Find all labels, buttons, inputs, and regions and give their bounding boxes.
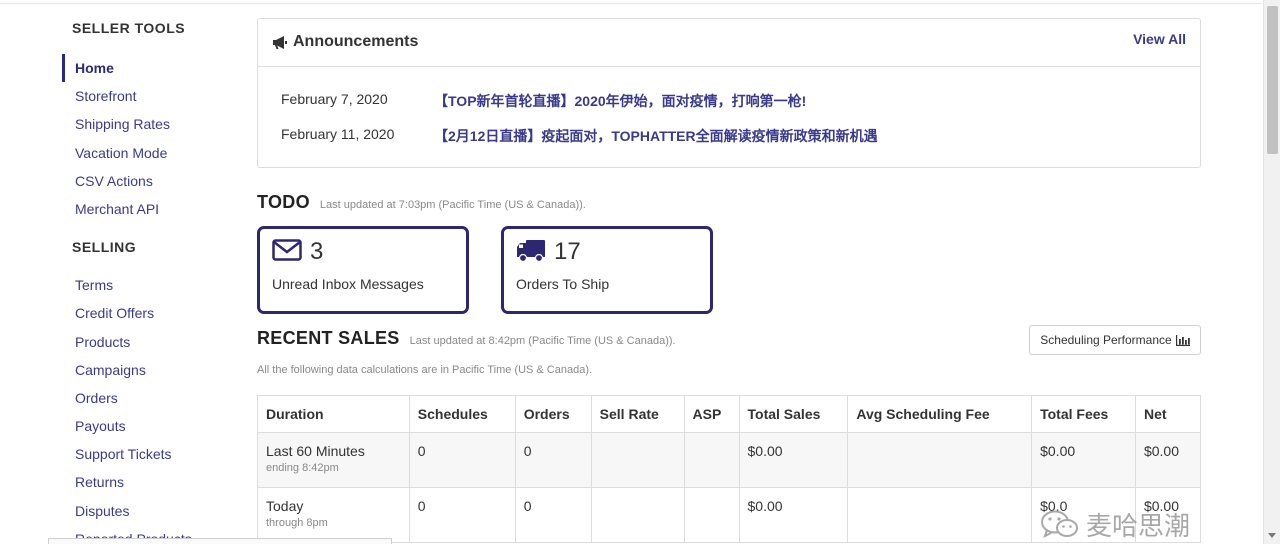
announcements-header: Announcements View All <box>258 19 1200 67</box>
sidebar-item-credit-offers[interactable]: Credit Offers <box>62 299 242 327</box>
sidebar-item-merchant-api[interactable]: Merchant API <box>62 195 242 223</box>
scrollbar-thumb[interactable] <box>1267 6 1278 154</box>
total-sales-cell: $0.00 <box>738 432 849 488</box>
column-header[interactable]: Total Sales <box>738 395 849 433</box>
sell-rate-cell <box>590 487 685 543</box>
announcements-panel: Announcements View All February 7, 2020 … <box>257 18 1201 168</box>
announcement-date: February 11, 2020 <box>281 126 395 142</box>
duration-label: Last 60 Minutes <box>266 443 365 459</box>
announcement-link[interactable]: 【TOP新年首轮直播】2020年伊始，面对疫情，打响第一枪! <box>434 91 806 111</box>
selling-heading: SELLING <box>72 239 137 256</box>
table-row: Last 60 Minutes ending 8:42pm 0 0 $0.00 … <box>257 432 1202 488</box>
scroll-down-arrow-icon[interactable] <box>1268 533 1276 538</box>
watermark: 麦哈思潮 <box>1040 506 1190 543</box>
recent-sales-header: RECENT SALES Last updated at 8:42pm (Pac… <box>257 328 676 349</box>
column-header[interactable]: Net <box>1134 395 1202 433</box>
sidebar-item-shipping-rates[interactable]: Shipping Rates <box>62 110 242 138</box>
scheduling-performance-button[interactable]: Scheduling Performance <box>1029 325 1201 355</box>
view-all-link[interactable]: View All <box>1133 31 1186 47</box>
vertical-scrollbar[interactable] <box>1263 0 1280 544</box>
sidebar-item-terms[interactable]: Terms <box>62 271 242 299</box>
column-header[interactable]: Schedules <box>408 395 516 433</box>
column-header[interactable]: Total Fees <box>1031 395 1136 433</box>
selling-list: Terms Credit Offers Products Campaigns O… <box>62 271 242 544</box>
unread-messages-card[interactable]: 3 Unread Inbox Messages <box>257 226 469 314</box>
column-header[interactable]: Orders <box>514 395 592 433</box>
unread-messages-label: Unread Inbox Messages <box>272 276 424 292</box>
watermark-text: 麦哈思潮 <box>1086 512 1191 542</box>
orders-cell: 0 <box>514 432 592 488</box>
seller-tools-heading: SELLER TOOLS <box>72 20 186 36</box>
total-fees-cell: $0.00 <box>1031 432 1136 488</box>
sidebar-item-vacation-mode[interactable]: Vacation Mode <box>62 139 242 167</box>
sidebar-item-support-tickets[interactable]: Support Tickets <box>62 440 242 468</box>
seller-tools-list: Home Storefront Shipping Rates Vacation … <box>62 54 242 223</box>
column-header[interactable]: ASP <box>683 395 740 433</box>
column-header[interactable]: Duration <box>257 395 410 433</box>
duration-cell: Today through 8pm <box>257 487 410 543</box>
sidebar-item-disputes[interactable]: Disputes <box>62 497 242 525</box>
table-header-row: Duration Schedules Orders Sell Rate ASP … <box>257 395 1202 433</box>
duration-sub: through 8pm <box>266 517 328 529</box>
avg-fee-cell <box>847 487 1033 543</box>
announcement-link[interactable]: 【2月12日直播】疫起面对，TOPHATTER全面解读疫情新政策和新机遇 <box>434 126 878 146</box>
announcement-item: February 7, 2020 【TOP新年首轮直播】2020年伊始，面对疫情… <box>281 91 806 111</box>
announcement-date: February 7, 2020 <box>281 91 388 107</box>
asp-cell <box>683 432 740 488</box>
net-cell: $0.00 <box>1134 432 1202 488</box>
orders-cell: 0 <box>514 487 592 543</box>
sidebar-item-orders[interactable]: Orders <box>62 384 242 412</box>
sidebar-item-campaigns[interactable]: Campaigns <box>62 356 242 384</box>
unread-messages-count: 3 <box>310 238 324 265</box>
sidebar-item-csv-actions[interactable]: CSV Actions <box>62 167 242 195</box>
avg-fee-cell <box>847 432 1033 488</box>
wechat-logo-icon <box>1041 510 1078 538</box>
sidebar-item-storefront[interactable]: Storefront <box>62 82 242 110</box>
sell-rate-cell <box>590 432 685 488</box>
sidebar: SELLER TOOLS Home Storefront Shipping Ra… <box>62 18 242 544</box>
schedules-cell: 0 <box>408 432 516 488</box>
total-sales-cell: $0.00 <box>738 487 849 543</box>
scheduling-performance-label: Scheduling Performance <box>1040 333 1172 347</box>
bar-chart-icon <box>1175 334 1190 346</box>
top-border <box>0 0 1262 4</box>
column-header[interactable]: Sell Rate <box>590 395 685 433</box>
duration-sub: ending 8:42pm <box>266 462 339 474</box>
orders-to-ship-card[interactable]: 17 Orders To Ship <box>501 226 713 314</box>
sidebar-item-returns[interactable]: Returns <box>62 468 242 496</box>
envelope-icon <box>272 239 302 261</box>
recent-sales-title: RECENT SALES <box>257 328 400 348</box>
sidebar-item-home[interactable]: Home <box>62 54 242 83</box>
timezone-note: All the following data calculations are … <box>257 364 593 376</box>
announcement-item: February 11, 2020 【2月12日直播】疫起面对，TOPHATTE… <box>281 126 878 146</box>
announcements-title: Announcements <box>272 33 418 51</box>
megaphone-icon <box>273 35 287 49</box>
asp-cell <box>683 487 740 543</box>
orders-to-ship-count: 17 <box>554 238 581 265</box>
todo-title: TODO <box>257 192 310 212</box>
duration-label: Today <box>266 498 304 514</box>
horizontal-scrollbar[interactable] <box>48 538 392 544</box>
recent-sales-updated-note: Last updated at 8:42pm (Pacific Time (US… <box>409 335 676 347</box>
sidebar-item-payouts[interactable]: Payouts <box>62 412 242 440</box>
sidebar-item-products[interactable]: Products <box>62 328 242 356</box>
truck-icon <box>517 240 545 263</box>
announcements-title-text: Announcements <box>293 33 419 50</box>
orders-to-ship-label: Orders To Ship <box>516 276 610 292</box>
duration-cell: Last 60 Minutes ending 8:42pm <box>257 432 410 488</box>
column-header[interactable]: Avg Scheduling Fee <box>847 395 1033 433</box>
todo-updated-note: Last updated at 7:03pm (Pacific Time (US… <box>319 199 586 211</box>
schedules-cell: 0 <box>408 487 516 543</box>
todo-header: TODO Last updated at 7:03pm (Pacific Tim… <box>257 192 586 213</box>
